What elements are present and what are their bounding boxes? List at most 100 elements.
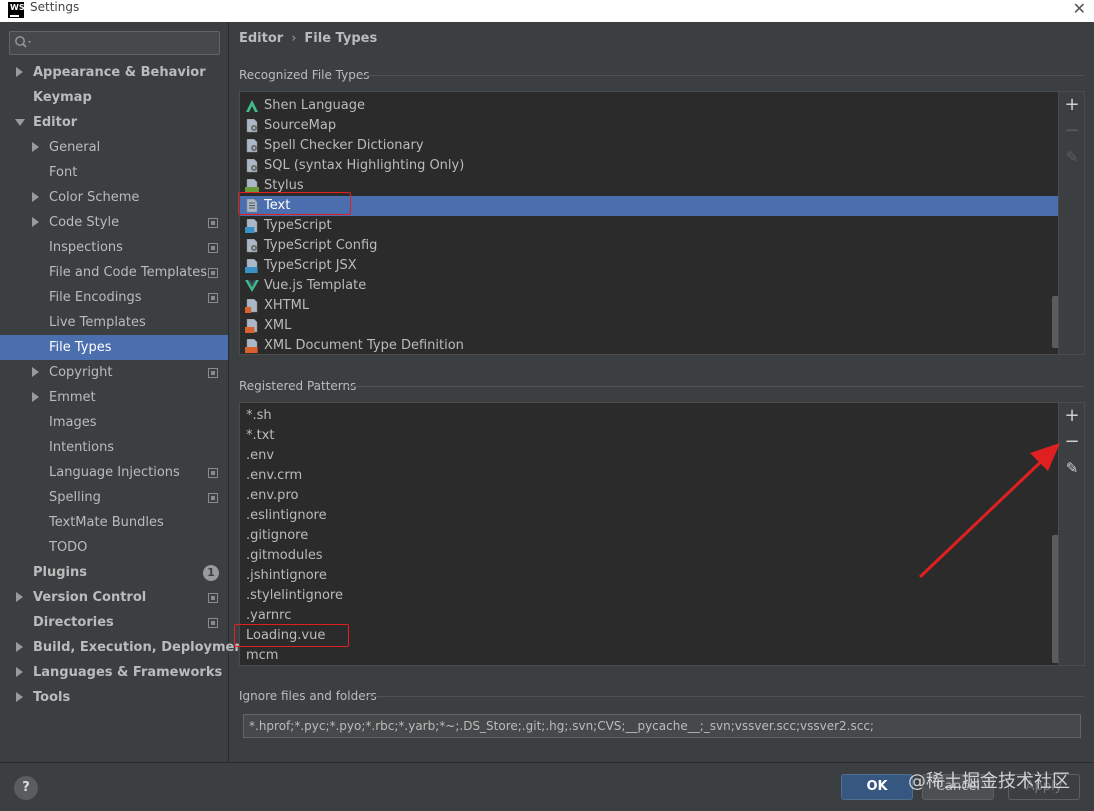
sidebar-item-label: Language Injections: [49, 465, 180, 480]
file-type-row[interactable]: TypeScript: [240, 216, 1060, 236]
stylus-file-icon: [245, 179, 259, 193]
sidebar-item-label: Build, Execution, Deployment: [33, 640, 250, 655]
add-pattern-button[interactable]: +: [1059, 403, 1085, 429]
sidebar-item-images[interactable]: Images: [0, 410, 228, 435]
file-type-row[interactable]: SourceMap: [240, 116, 1060, 136]
remove-file-type-button[interactable]: −: [1059, 118, 1085, 144]
pattern-row[interactable]: .stylelintignore: [240, 586, 1060, 606]
chevron-right-icon[interactable]: [16, 692, 23, 702]
file-type-row[interactable]: XML: [240, 316, 1060, 336]
sidebar-item-label: General: [49, 140, 101, 155]
sidebar-item-tools[interactable]: Tools: [0, 685, 228, 710]
file-type-row[interactable]: Vue.js Template: [240, 276, 1060, 296]
edit-file-type-button[interactable]: ✎: [1059, 144, 1085, 170]
pattern-label: .yarnrc: [246, 608, 292, 623]
pattern-label: mcm: [246, 648, 279, 663]
chevron-down-icon[interactable]: [15, 119, 25, 126]
sidebar-item-label: Directories: [33, 615, 114, 630]
sidebar-item-todo[interactable]: TODO: [0, 535, 228, 560]
xml-file-icon: [245, 319, 258, 333]
project-scope-icon: [208, 218, 218, 228]
project-scope-icon: [208, 368, 218, 378]
sidebar-item-color-scheme[interactable]: Color Scheme: [0, 185, 228, 210]
project-scope-icon: [208, 243, 218, 253]
chevron-right-icon[interactable]: [32, 142, 39, 152]
file-type-row[interactable]: SQL (syntax Highlighting Only): [240, 156, 1060, 176]
sidebar-item-editor[interactable]: Editor: [0, 110, 228, 135]
file-type-row[interactable]: Spell Checker Dictionary: [240, 136, 1060, 156]
pattern-label: .env: [246, 448, 275, 463]
file-type-row[interactable]: Shen Language: [240, 96, 1060, 116]
sidebar-item-intentions[interactable]: Intentions: [0, 435, 228, 460]
file-type-row[interactable]: XHTML: [240, 296, 1060, 316]
pattern-row[interactable]: .yarnrc: [240, 606, 1060, 626]
recognized-file-types-list[interactable]: Shen Language SourceMap Spell Checker Dict…: [239, 91, 1085, 355]
file-gear-icon: [246, 239, 258, 253]
chevron-right-icon[interactable]: [32, 367, 39, 377]
chevron-right-icon[interactable]: [32, 217, 39, 227]
sidebar-item-plugins[interactable]: Plugins 1: [0, 560, 228, 585]
search-input[interactable]: [36, 34, 216, 52]
sidebar-item-textmate-bundles[interactable]: TextMate Bundles: [0, 510, 228, 535]
help-button[interactable]: ?: [14, 776, 38, 800]
chevron-right-icon[interactable]: [32, 192, 39, 202]
pattern-row[interactable]: *.sh: [240, 406, 1060, 426]
window-title: Settings: [30, 0, 80, 14]
shen-icon: [246, 100, 258, 112]
sidebar-item-code-style[interactable]: Code Style: [0, 210, 228, 235]
sidebar-item-spelling[interactable]: Spelling: [0, 485, 228, 510]
sidebar-item-keymap[interactable]: Keymap: [0, 85, 228, 110]
breadcrumb: Editor › File Types: [239, 31, 377, 46]
close-icon[interactable]: ✕: [1073, 0, 1086, 18]
sidebar-item-label: Plugins: [33, 565, 87, 580]
project-scope-icon: [208, 468, 218, 478]
webstorm-logo: WS: [8, 2, 25, 18]
sidebar-item-inspections[interactable]: Inspections: [0, 235, 228, 260]
sidebar-item-file-types[interactable]: File Types: [0, 335, 228, 360]
pattern-row[interactable]: Loading.vue: [240, 626, 1060, 646]
sidebar-item-label: Font: [49, 165, 78, 180]
settings-search[interactable]: [9, 31, 220, 55]
sidebar-item-language-injections[interactable]: Language Injections: [0, 460, 228, 485]
sidebar-item-build-execution-deployment[interactable]: Build, Execution, Deployment: [0, 635, 250, 660]
sidebar-item-emmet[interactable]: Emmet: [0, 385, 228, 410]
sidebar-item-label: Live Templates: [49, 315, 146, 330]
ok-button[interactable]: OK: [841, 774, 913, 800]
chevron-right-icon[interactable]: [16, 67, 23, 77]
sidebar-item-copyright[interactable]: Copyright: [0, 360, 228, 385]
chevron-right-icon[interactable]: [32, 392, 39, 402]
chevron-right-icon[interactable]: [16, 667, 23, 677]
sidebar-item-languages-frameworks[interactable]: Languages & Frameworks: [0, 660, 228, 685]
file-type-row[interactable]: Stylus: [240, 176, 1060, 196]
sidebar-item-live-templates[interactable]: Live Templates: [0, 310, 228, 335]
sidebar-item-label: Tools: [33, 690, 71, 705]
sidebar-item-file-encodings[interactable]: File Encodings: [0, 285, 228, 310]
ignore-title: Ignore files and folders: [239, 689, 377, 703]
sidebar-item-appearance-behavior[interactable]: Appearance & Behavior: [0, 60, 228, 85]
sidebar-item-file-and-code-templates[interactable]: File and Code Templates: [0, 260, 228, 285]
sidebar-item-directories[interactable]: Directories: [0, 610, 228, 635]
chevron-right-icon[interactable]: [16, 592, 23, 602]
typescript-file-icon: [245, 219, 258, 233]
sidebar-item-label: Code Style: [49, 215, 120, 230]
breadcrumb-parent[interactable]: Editor: [239, 31, 283, 46]
file-type-row[interactable]: TypeScript JSX: [240, 256, 1060, 276]
sidebar-item-version-control[interactable]: Version Control: [0, 585, 228, 610]
file-type-row[interactable]: Text: [240, 196, 1060, 216]
breadcrumb-separator: ›: [291, 31, 297, 46]
file-type-row[interactable]: TypeScript Config: [240, 236, 1060, 256]
ignore-files-input[interactable]: *.hprof;*.pyc;*.pyo;*.rbc;*.yarb;*~;.DS_…: [243, 714, 1081, 738]
chevron-right-icon[interactable]: [16, 642, 23, 652]
settings-sidebar: Appearance & Behavior Keymap Editor General…: [0, 22, 250, 762]
sidebar-item-font[interactable]: Font: [0, 160, 228, 185]
file-type-label: SourceMap: [264, 118, 337, 133]
tsx-file-icon: [245, 259, 258, 273]
sidebar-item-general[interactable]: General: [0, 135, 228, 160]
sidebar-item-label: Emmet: [49, 390, 96, 405]
search-icon: [15, 36, 31, 48]
add-file-type-button[interactable]: +: [1059, 92, 1085, 118]
vue-icon: [245, 280, 259, 292]
sidebar-item-label: Color Scheme: [49, 190, 140, 205]
file-type-row[interactable]: XML Document Type Definition: [240, 336, 1060, 354]
pattern-row[interactable]: mcm: [240, 646, 1060, 665]
